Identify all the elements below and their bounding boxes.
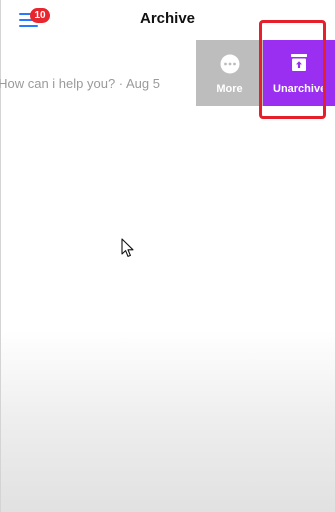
- conversation-preview[interactable]: How can i help you? · Aug 5: [0, 40, 196, 106]
- more-button-label: More: [216, 83, 243, 95]
- mouse-pointer-icon: [121, 238, 134, 257]
- highlight-annotation-box: [259, 20, 326, 119]
- archive-screen: 10 Archive How can i help you? · Aug 5 M…: [0, 0, 335, 512]
- more-dots-icon: [220, 54, 239, 74]
- conversation-preview-text: How can i help you? · Aug 5: [0, 76, 160, 91]
- more-button[interactable]: More: [196, 40, 263, 106]
